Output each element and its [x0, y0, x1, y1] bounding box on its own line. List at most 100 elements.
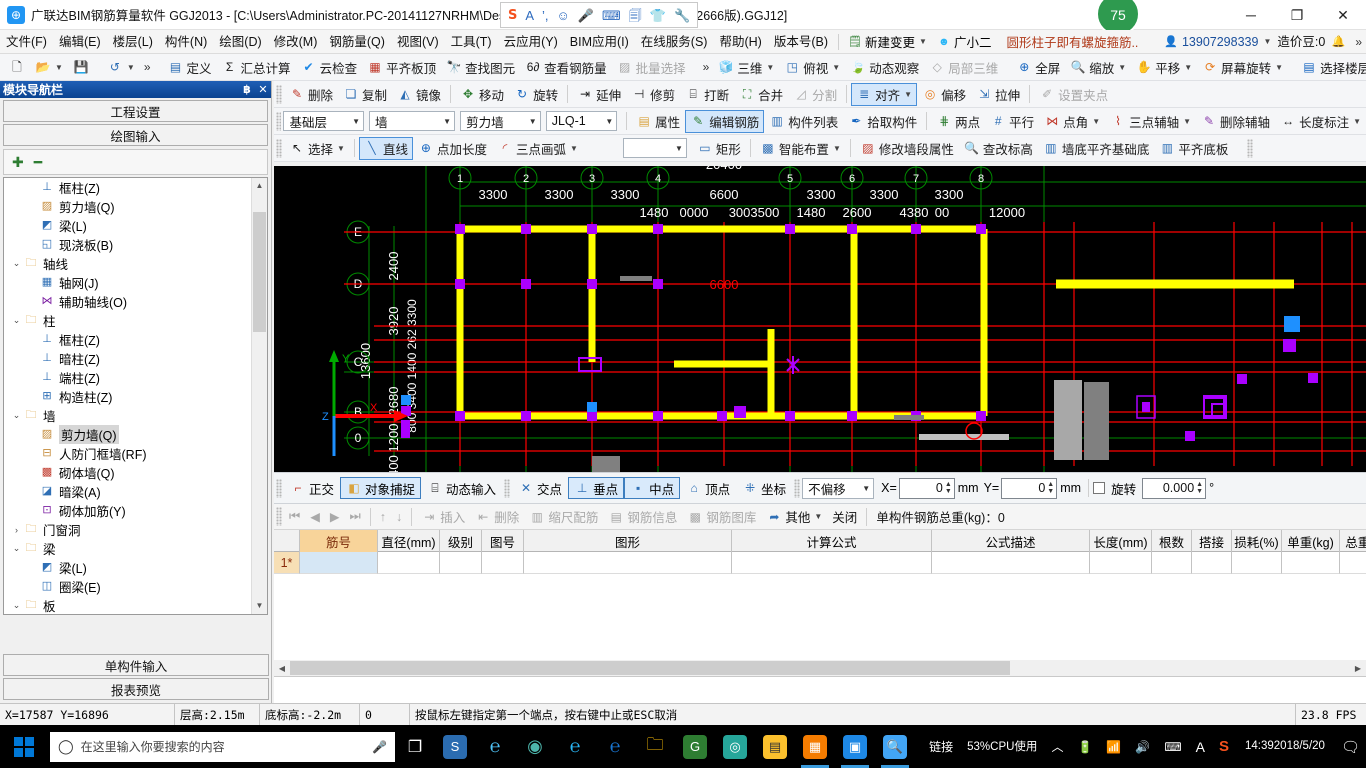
tree-item-15[interactable]: ▩ 砌体墙(Q): [4, 463, 251, 482]
wall-bottom-align-button[interactable]: ▥ 墙底平齐基础底: [1038, 137, 1155, 160]
close-panel-button[interactable]: 关闭: [827, 505, 862, 528]
minimize-button[interactable]: ─: [1228, 0, 1274, 30]
align-bottom-slab-button[interactable]: ▥ 平齐底板: [1154, 137, 1233, 160]
y-spinner[interactable]: ▲ ▼: [1047, 481, 1054, 495]
taskbar-app-edge-legacy[interactable]: ℮: [475, 725, 515, 768]
column-header-1[interactable]: 筋号: [300, 530, 378, 552]
table-cell-6[interactable]: [732, 552, 932, 574]
check-elevation-button[interactable]: 🔍 查改标高: [959, 137, 1038, 160]
floor-combo[interactable]: 基础层 ▼: [283, 111, 365, 131]
component-type-combo[interactable]: 墙 ▼: [369, 111, 456, 131]
define-button[interactable]: ▤ 定义: [163, 56, 217, 79]
chevron-down-icon[interactable]: ▼: [443, 117, 451, 126]
menu-rebar-qty[interactable]: 钢筋量(Q): [323, 31, 391, 53]
rotate-input[interactable]: 0.000 ▲ ▼: [1142, 477, 1207, 499]
toolbar-grip[interactable]: [276, 111, 282, 131]
rebar-grid-body[interactable]: 1* ◀ ▶: [274, 552, 1366, 677]
sogou-tray-button[interactable]: S: [1213, 725, 1235, 768]
table-cell-1[interactable]: [300, 552, 378, 574]
three-point-arc-button[interactable]: ◜ 三点画弧 ▼: [492, 137, 583, 160]
tree-item-21[interactable]: ◫ 圈梁(E): [4, 577, 251, 596]
trim-button[interactable]: ⊣ 修剪: [626, 83, 680, 106]
pan-button[interactable]: ✋ 平移 ▼: [1131, 56, 1197, 79]
snap-ortho[interactable]: ⌐ 正交: [284, 477, 340, 499]
chevron-down-icon[interactable]: ▼: [675, 144, 683, 153]
extend-button[interactable]: ⇥ 延伸: [572, 83, 626, 106]
chevron-down-icon[interactable]: ▼: [766, 63, 774, 72]
ime-screenshot-icon[interactable]: 🗐: [629, 9, 642, 22]
scroll-right-icon[interactable]: ▶: [1350, 664, 1366, 673]
component-list-button[interactable]: ▥ 构件列表: [764, 110, 843, 133]
prev-record-button[interactable]: ◀: [305, 507, 325, 526]
snap-object-snap[interactable]: ◧ 对象捕捉: [340, 477, 422, 499]
chevron-down-icon[interactable]: ▼: [832, 63, 840, 72]
tree-item-10[interactable]: ⊥ 端柱(Z): [4, 368, 251, 387]
copy-button[interactable]: ❏ 复制: [338, 83, 392, 106]
column-header-9[interactable]: 根数: [1152, 530, 1192, 552]
project-settings-button[interactable]: 工程设置: [3, 100, 268, 122]
three-point-aux-axis-button[interactable]: ⌇ 三点辅轴 ▼: [1105, 110, 1196, 133]
table-cell-11[interactable]: [1232, 552, 1282, 574]
toolbar-grip[interactable]: [276, 84, 282, 104]
two-point-button[interactable]: ⋕ 两点: [931, 110, 985, 133]
chevron-down-icon[interactable]: ▼: [352, 117, 360, 126]
expander-icon[interactable]: ⌄: [10, 315, 23, 326]
snap-intersection[interactable]: ✕ 交点: [512, 477, 568, 499]
tree-item-20[interactable]: ◩ 梁(L): [4, 558, 251, 577]
menu-cloud-app[interactable]: 云应用(Y): [498, 31, 564, 53]
cloud-check-button[interactable]: ✔ 云检查: [296, 56, 363, 79]
split-button[interactable]: ◿ 分割: [788, 83, 842, 106]
rebar-hscrollbar[interactable]: ◀ ▶: [274, 660, 1366, 676]
x-spinner[interactable]: ▲ ▼: [945, 481, 952, 495]
parallel-button[interactable]: # 平行: [985, 110, 1039, 133]
element-grip-blue-2[interactable]: [587, 402, 597, 412]
element-grip-blue-3[interactable]: [401, 395, 411, 405]
table-cell-9[interactable]: [1152, 552, 1192, 574]
tree-scrollbar[interactable]: ▲ ▼: [251, 178, 267, 614]
tree-item-6[interactable]: ⋈ 辅助轴线(O): [4, 292, 251, 311]
snapbar-grip[interactable]: [276, 478, 282, 498]
component-name-combo[interactable]: JLQ-1 ▼: [545, 111, 618, 131]
volume-button[interactable]: 🔊: [1129, 725, 1156, 768]
tree-item-19[interactable]: ⌄ 🗀 梁: [4, 539, 251, 558]
move-button[interactable]: ✥ 移动: [455, 83, 509, 106]
offset-mode-combo[interactable]: 不偏移 ▼: [802, 477, 875, 499]
save-button[interactable]: 💾: [68, 56, 94, 79]
chevron-down-icon[interactable]: ▼: [1183, 117, 1191, 126]
chevron-down-icon[interactable]: ▼: [1118, 63, 1126, 72]
x-input[interactable]: 0 ▲ ▼: [898, 477, 955, 499]
tree-item-9[interactable]: ⊥ 暗柱(Z): [4, 349, 251, 368]
taskbar-app-g[interactable]: G: [675, 725, 715, 768]
tree-item-2[interactable]: ◩ 梁(L): [4, 216, 251, 235]
assistant-button[interactable]: ☻ 广小二: [932, 31, 997, 53]
scrollbar-thumb[interactable]: [253, 212, 266, 332]
element-grip-purple[interactable]: [1283, 339, 1296, 352]
tree-item-16[interactable]: ◪ 暗梁(A): [4, 482, 251, 501]
table-cell-8[interactable]: [1090, 552, 1152, 574]
ime-emoji-icon[interactable]: ☺: [557, 9, 570, 22]
move-down-button[interactable]: ↓: [391, 508, 407, 526]
break-button[interactable]: ⌸ 打断: [680, 83, 734, 106]
chevron-down-icon[interactable]: ▼: [1353, 117, 1361, 126]
rebar-library-button[interactable]: ▩ 钢筋图库: [682, 505, 761, 528]
rebar-info-button[interactable]: ▤ 钢筋信息: [603, 505, 682, 528]
edit-rebar-button[interactable]: ✎ 编辑钢筋: [685, 109, 765, 133]
menu-floor[interactable]: 楼层(L): [107, 31, 159, 53]
mirror-button[interactable]: ◭ 镜像: [392, 83, 446, 106]
snap-coordinate[interactable]: ⁜ 坐标: [736, 477, 792, 499]
column-header-4[interactable]: 图号: [482, 530, 524, 552]
chevron-down-icon[interactable]: ▼: [55, 63, 63, 72]
ime-voice-icon[interactable]: 🎤: [578, 9, 594, 22]
y-input[interactable]: 0 ▲ ▼: [1001, 477, 1058, 499]
tree-item-12[interactable]: ⌄ 🗀 墙: [4, 406, 251, 425]
expander-icon[interactable]: ⌄: [10, 410, 23, 421]
summary-calc-button[interactable]: Σ 汇总计算: [217, 56, 296, 79]
chevron-down-icon[interactable]: ▼: [1275, 63, 1283, 72]
keyboard-button[interactable]: ⌨: [1158, 725, 1187, 768]
pin-icon[interactable]: ฿: [239, 83, 255, 96]
pick-component-button[interactable]: ✒ 拾取构件: [843, 110, 922, 133]
column-header-6[interactable]: 计算公式: [732, 530, 932, 552]
taskbar-app-explorer[interactable]: 🗀: [635, 725, 675, 768]
component-tree[interactable]: ⊥ 框柱(Z) ▨ 剪力墙(Q) ◩ 梁(L) ◱ 现浇板(B) ⌄ 🗀 轴线 ▦ 轴网(J) ⋈ 辅助轴线…: [3, 177, 268, 615]
table-cell-4[interactable]: [482, 552, 524, 574]
